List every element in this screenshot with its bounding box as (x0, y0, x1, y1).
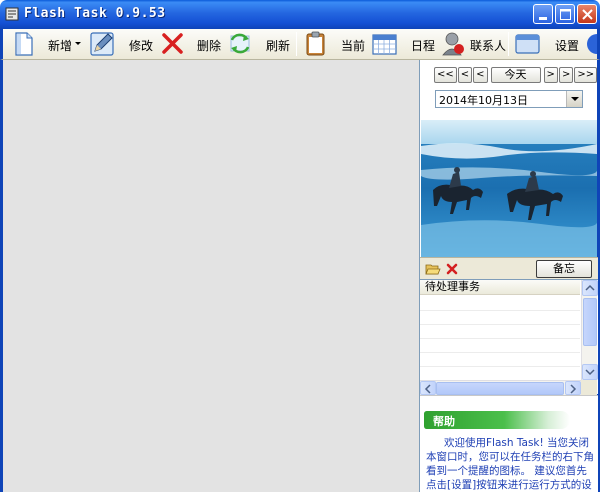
photo-toolbar: 备忘 (420, 257, 598, 279)
resize-grip (581, 380, 597, 395)
edit-pencil-icon (90, 32, 114, 56)
window-title: Flash Task 0.9.53 (24, 6, 166, 21)
scroll-left-button[interactable] (420, 381, 436, 395)
memo-button[interactable]: 备忘 (536, 260, 592, 278)
next-day-button[interactable]: > (543, 67, 558, 83)
close-button[interactable] (577, 4, 597, 24)
todo-row-line (420, 352, 580, 353)
chevron-left-icon (424, 384, 431, 394)
todo-row-line (420, 338, 580, 339)
horizontal-scrollbar[interactable] (420, 380, 581, 395)
maximize-icon (560, 9, 571, 20)
vertical-scrollbar[interactable] (581, 280, 598, 380)
prev-year-button[interactable]: << (434, 67, 457, 83)
delete-label: 删除 (197, 39, 222, 53)
prev-day-button[interactable]: < (473, 67, 488, 83)
refresh-icon (230, 33, 250, 54)
scroll-down-button[interactable] (582, 364, 598, 380)
todo-row-line (420, 324, 580, 325)
horse-riders-photo (421, 120, 597, 257)
maximize-button[interactable] (555, 4, 575, 24)
minimize-icon (539, 17, 547, 20)
edit-label: 修改 (129, 39, 154, 53)
chevron-down-icon (585, 369, 595, 376)
clipboard-icon (306, 31, 325, 56)
dropdown-arrow-icon (75, 42, 81, 45)
contacts-label: 联系人 (470, 39, 507, 53)
new-document-icon (15, 32, 33, 56)
help-tab: 帮助 (424, 411, 570, 429)
todo-row-line (420, 310, 580, 311)
chevron-down-icon (571, 97, 579, 101)
remove-image-icon[interactable] (444, 261, 460, 277)
help-panel: 帮助 欢迎使用Flash Task! 当您关闭本窗口时，您可以在任务栏的右下角看… (420, 395, 598, 492)
minimize-button[interactable] (533, 4, 553, 24)
toolbar-separator (508, 32, 509, 56)
next-month-button[interactable]: > (558, 67, 574, 83)
todo-list[interactable]: 待处理事务 (420, 279, 598, 395)
globe-icon[interactable] (585, 32, 597, 56)
task-list-area[interactable] (3, 60, 419, 492)
horizontal-scroll-thumb[interactable] (436, 382, 564, 395)
open-folder-icon[interactable] (425, 261, 441, 277)
refresh-label: 刷新 (266, 39, 291, 53)
close-icon (582, 9, 593, 20)
scroll-thumb[interactable] (583, 298, 597, 346)
date-picker[interactable]: 2014年10月13日 (435, 90, 583, 108)
title-bar: Flash Task 0.9.53 (0, 0, 600, 29)
todo-row-line (420, 366, 580, 367)
side-panel: << < < 今天 > > >> 2014年10月13日 备忘 待处理事务 帮助… (419, 60, 598, 492)
chevron-right-icon (570, 384, 577, 394)
settings-label: 设置 (555, 39, 580, 53)
chevron-up-icon (585, 284, 595, 291)
calendar-icon (372, 34, 397, 55)
date-value: 2014年10月13日 (439, 94, 528, 107)
today-button[interactable]: 今天 (490, 67, 541, 83)
settings-window-icon (515, 34, 540, 54)
help-text: 欢迎使用Flash Task! 当您关闭本窗口时，您可以在任务栏的右下角看到一个… (426, 437, 594, 491)
app-icon (5, 7, 19, 21)
toolbar-separator (296, 32, 297, 56)
todo-header: 待处理事务 (420, 280, 580, 295)
main-toolbar: 新增 修改 删除 刷新 当前 日程 联系人 设置 (0, 29, 600, 60)
schedule-label: 日程 (411, 39, 436, 53)
calendar-nav: << < < 今天 > > >> (434, 67, 598, 83)
current-label: 当前 (341, 39, 366, 53)
next-year-button[interactable]: >> (574, 67, 598, 83)
help-title: 帮助 (433, 415, 455, 428)
scroll-right-button[interactable] (565, 381, 581, 395)
new-label: 新增 (48, 39, 73, 53)
prev-month-button[interactable]: < (457, 67, 473, 83)
scroll-up-button[interactable] (582, 280, 598, 296)
date-dropdown-button[interactable] (566, 91, 582, 107)
contacts-person-icon (442, 32, 464, 56)
delete-x-icon (162, 33, 183, 54)
